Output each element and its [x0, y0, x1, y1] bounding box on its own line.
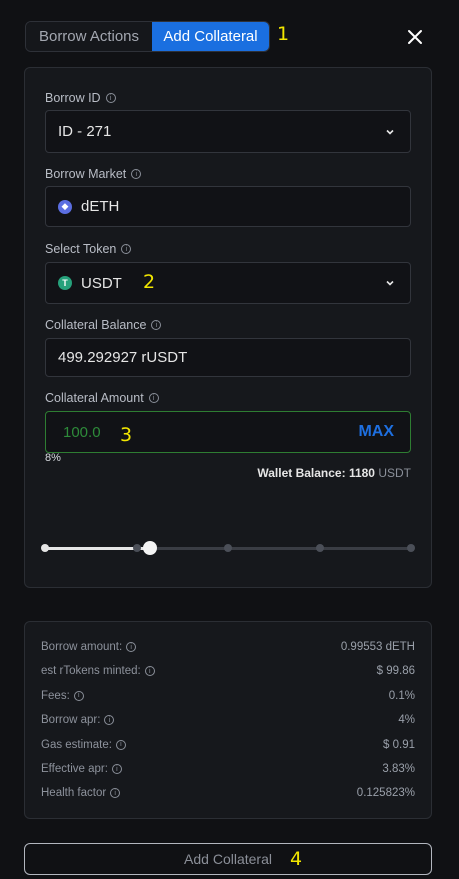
- slider-mark-0[interactable]: [41, 544, 49, 552]
- wallet-balance-unit: USDT: [378, 466, 411, 480]
- info-icon[interactable]: i: [151, 320, 162, 330]
- wallet-balance-value: 1180: [348, 466, 375, 480]
- summary-row: Borrow amount: i 0.99553 dETH: [41, 639, 415, 655]
- borrow-id-select[interactable]: ID - 271: [45, 110, 411, 153]
- borrow-market-field: ◆ dETH: [45, 186, 411, 227]
- info-icon[interactable]: i: [115, 739, 126, 750]
- collateral-balance-label: Collateral Balance i: [45, 318, 162, 332]
- callout-1: 1: [277, 23, 290, 45]
- token-select[interactable]: T USDT: [45, 262, 411, 304]
- action-tabs: Borrow Actions Add Collateral: [25, 21, 270, 52]
- summary-value: 0.1%: [388, 689, 415, 702]
- summary-value: 3.83%: [382, 763, 415, 775]
- collateral-amount-label: Collateral Amount i: [45, 391, 159, 405]
- collateral-balance-field: 499.292927 rUSDT: [45, 338, 411, 377]
- summary-label: Gas estimate:: [41, 738, 112, 751]
- info-icon[interactable]: i: [131, 169, 142, 179]
- info-icon[interactable]: i: [110, 788, 121, 799]
- info-icon[interactable]: i: [105, 93, 116, 103]
- close-button[interactable]: [405, 27, 425, 47]
- max-button[interactable]: MAX: [358, 423, 394, 441]
- info-icon[interactable]: i: [104, 715, 115, 726]
- tether-icon: T: [58, 276, 72, 290]
- summary-label: est rTokens minted:: [41, 665, 141, 678]
- summary-value: 0.125823%: [356, 787, 415, 800]
- collateral-slider[interactable]: [41, 541, 415, 555]
- summary-value: $ 99.86: [376, 665, 415, 678]
- wallet-balance: Wallet Balance: 1180 USDT: [257, 466, 411, 480]
- summary-label: Health factor: [41, 787, 107, 800]
- borrow-market-label: Borrow Market i: [45, 167, 142, 181]
- collateral-amount-input[interactable]: 100.0 MAX: [45, 411, 411, 453]
- slider-percent-label: 8%: [45, 452, 61, 464]
- info-icon[interactable]: i: [121, 244, 132, 254]
- summary-row: Fees: i 0.1%: [41, 688, 415, 704]
- chevron-down-icon: [386, 280, 394, 286]
- select-token-label: Select Token i: [45, 242, 132, 256]
- summary-row: Borrow apr: i 4%: [41, 712, 415, 728]
- info-icon[interactable]: i: [144, 666, 155, 677]
- summary-value: 4%: [398, 714, 415, 727]
- borrow-market-value: dETH: [81, 198, 120, 215]
- summary-label: Borrow amount:: [41, 641, 123, 653]
- info-icon[interactable]: i: [126, 642, 137, 652]
- slider-thumb[interactable]: [143, 541, 157, 555]
- collateral-form-card: Borrow ID i ID - 271 Borrow Market i ◆ d…: [24, 67, 432, 588]
- close-icon: [408, 30, 422, 44]
- callout-4: 4: [290, 848, 303, 870]
- callout-3: 3: [120, 424, 133, 446]
- borrow-id-value: ID - 271: [58, 123, 112, 140]
- token-select-value: USDT: [81, 274, 122, 292]
- info-icon[interactable]: i: [111, 764, 122, 774]
- tab-borrow-actions[interactable]: Borrow Actions: [26, 22, 152, 51]
- chevron-down-icon: [386, 129, 394, 135]
- tab-add-collateral[interactable]: Add Collateral: [152, 22, 269, 51]
- summary-row: Gas estimate: i $ 0.91: [41, 737, 415, 753]
- summary-value: 0.99553 dETH: [340, 641, 415, 653]
- summary-label: Borrow apr:: [41, 714, 101, 727]
- info-icon[interactable]: i: [73, 690, 84, 701]
- borrow-id-label: Borrow ID i: [45, 91, 116, 105]
- info-icon[interactable]: i: [148, 393, 159, 403]
- ethereum-icon: ◆: [58, 199, 72, 214]
- add-collateral-button[interactable]: Add Collateral: [24, 843, 432, 875]
- collateral-balance-value: 499.292927 rUSDT: [58, 349, 188, 366]
- summary-row: Effective apr: i 3.83%: [41, 761, 415, 777]
- slider-mark-100[interactable]: [407, 544, 415, 552]
- summary-row: Health factor i 0.125823%: [41, 785, 415, 801]
- slider-mark-25[interactable]: [132, 544, 141, 552]
- borrow-summary-card: Borrow amount: i 0.99553 dETH est rTokens m…: [24, 621, 432, 819]
- summary-label: Fees:: [41, 689, 70, 702]
- collateral-amount-value: 100.0: [63, 423, 101, 441]
- slider-mark-75[interactable]: [315, 544, 324, 552]
- summary-label: Effective apr:: [41, 763, 108, 775]
- summary-row: est rTokens minted: i $ 99.86: [41, 663, 415, 679]
- slider-mark-50[interactable]: [224, 544, 232, 552]
- callout-2: 2: [143, 271, 156, 293]
- summary-value: $ 0.91: [383, 738, 415, 751]
